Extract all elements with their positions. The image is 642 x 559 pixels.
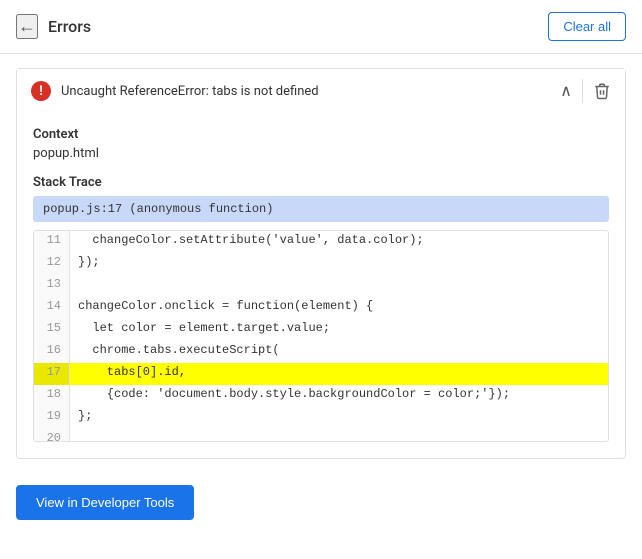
context-value: popup.html <box>33 146 609 161</box>
code-line: 13 <box>34 275 608 297</box>
line-text: tabs[0].id, <box>70 363 608 385</box>
line-number: 14 <box>34 297 70 319</box>
error-icon: ! <box>31 81 51 101</box>
line-number: 17 <box>34 363 70 385</box>
line-text <box>70 429 608 441</box>
code-line: 15 let color = element.target.value; <box>34 319 608 341</box>
code-line: 12}); <box>34 253 608 275</box>
line-text: }); <box>70 253 608 275</box>
line-number: 18 <box>34 385 70 407</box>
view-devtools-button[interactable]: View in Developer Tools <box>16 485 194 520</box>
line-number: 11 <box>34 231 70 253</box>
line-text: changeColor.onclick = function(element) … <box>70 297 608 319</box>
line-text: }; <box>70 407 608 429</box>
page-title: Errors <box>48 17 91 36</box>
line-number: 16 <box>34 341 70 363</box>
line-text: let color = element.target.value; <box>70 319 608 341</box>
code-lines[interactable]: 11 changeColor.setAttribute('value', dat… <box>34 231 608 441</box>
code-line: 18 {code: 'document.body.style.backgroun… <box>34 385 608 407</box>
vertical-divider <box>582 79 583 103</box>
line-text: changeColor.setAttribute('value', data.c… <box>70 231 608 253</box>
code-line: 16 chrome.tabs.executeScript( <box>34 341 608 363</box>
error-content: Context popup.html Stack Trace popup.js:… <box>17 127 625 458</box>
error-header: ! Uncaught ReferenceError: tabs is not d… <box>17 69 625 113</box>
header: ← Errors Clear all <box>0 0 642 54</box>
line-number: 15 <box>34 319 70 341</box>
stack-trace-label: Stack Trace <box>33 175 609 190</box>
context-label: Context <box>33 127 609 142</box>
code-line: 19}; <box>34 407 608 429</box>
collapse-button[interactable]: ∧ <box>560 81 572 101</box>
line-number: 20 <box>34 429 70 441</box>
header-left: ← Errors <box>16 14 91 39</box>
error-message: Uncaught ReferenceError: tabs is not def… <box>61 84 319 99</box>
line-number: 19 <box>34 407 70 429</box>
line-text: chrome.tabs.executeScript( <box>70 341 608 363</box>
code-block: 11 changeColor.setAttribute('value', dat… <box>33 230 609 442</box>
error-item: ! Uncaught ReferenceError: tabs is not d… <box>16 68 626 459</box>
line-text: {code: 'document.body.style.backgroundCo… <box>70 385 608 407</box>
delete-button[interactable] <box>593 82 611 100</box>
footer: View in Developer Tools <box>0 473 642 532</box>
code-line: 17 tabs[0].id, <box>34 363 608 385</box>
clear-all-button[interactable]: Clear all <box>548 12 626 41</box>
line-text <box>70 275 608 297</box>
error-header-left: ! Uncaught ReferenceError: tabs is not d… <box>31 81 319 101</box>
code-line: 20 <box>34 429 608 441</box>
trash-icon <box>593 82 611 100</box>
error-actions: ∧ <box>560 79 611 103</box>
code-line: 11 changeColor.setAttribute('value', dat… <box>34 231 608 253</box>
code-line: 14changeColor.onclick = function(element… <box>34 297 608 319</box>
line-number: 13 <box>34 275 70 297</box>
stack-trace-entry: popup.js:17 (anonymous function) <box>33 196 609 222</box>
back-button[interactable]: ← <box>16 14 38 39</box>
line-number: 12 <box>34 253 70 275</box>
